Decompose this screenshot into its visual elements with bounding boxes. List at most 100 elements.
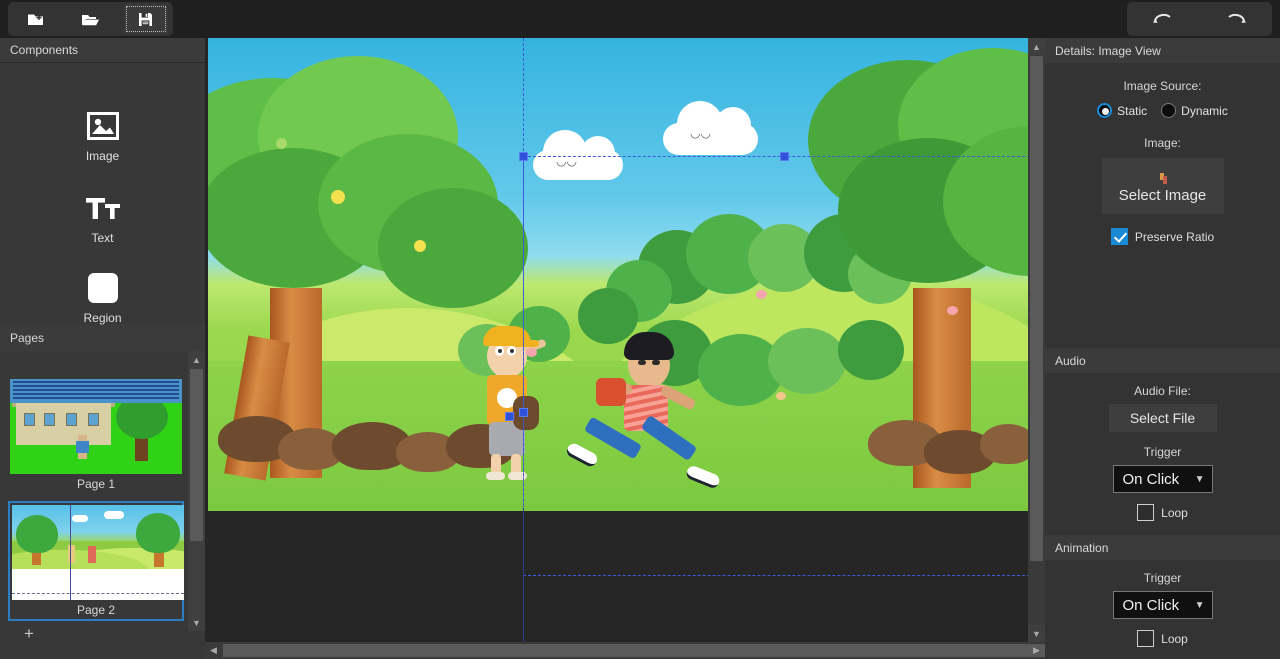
page-thumbnail-2[interactable]: Page 2 <box>8 501 184 621</box>
leaf-flower <box>331 190 345 204</box>
preserve-ratio-label: Preserve Ratio <box>1134 229 1215 244</box>
flower <box>947 306 958 315</box>
selection-handle-top-left[interactable] <box>519 152 528 161</box>
page-2-label: Page 2 <box>76 603 116 617</box>
page-1-preview <box>10 379 182 474</box>
animation-loop-label: Loop <box>1161 631 1188 646</box>
bush <box>838 320 904 380</box>
hair <box>624 332 674 360</box>
text-icon <box>85 190 121 226</box>
new-file-icon <box>28 14 43 25</box>
save-icon <box>139 12 152 26</box>
pages-scroll-down-icon[interactable]: ▼ <box>188 614 205 631</box>
cloud-face-right: ◡◡ <box>690 126 711 140</box>
open-folder-button[interactable] <box>69 4 113 34</box>
selection-handle-top-center[interactable] <box>780 152 789 161</box>
animation-loop-row[interactable]: Loop <box>1137 630 1188 647</box>
audio-file-label: Audio File: <box>1134 384 1191 398</box>
open-folder-icon <box>82 14 99 25</box>
application-window: Components Image Text Region Pages Page … <box>0 0 1280 659</box>
right-panel: Details: Image View Image Source: Static… <box>1045 38 1280 659</box>
pages-scroll-up-icon[interactable]: ▲ <box>188 351 205 368</box>
image-label: Image: <box>1144 136 1181 150</box>
components-header: Components <box>0 38 205 63</box>
canvas-vscrollbar-thumb[interactable] <box>1030 56 1043 561</box>
chevron-down-icon: ▼ <box>1194 599 1205 611</box>
character-running-boy[interactable] <box>564 330 722 490</box>
image-source-radio-group: Static Dynamic <box>1097 103 1228 118</box>
animation-trigger-label: Trigger <box>1143 571 1182 585</box>
new-file-button[interactable] <box>14 4 58 34</box>
canvas-scroll-left-icon[interactable]: ◀ <box>205 642 222 659</box>
leaf-flower <box>276 138 287 149</box>
canvas-horizontal-scrollbar[interactable]: ◀ ▶ <box>205 642 1195 659</box>
radio-dynamic[interactable]: Dynamic <box>1161 103 1228 118</box>
selection-handle-mid-left[interactable] <box>519 408 528 417</box>
component-label-region: Region <box>83 311 122 325</box>
page-2-preview <box>12 505 184 600</box>
pages-list: Page 1 Page 2 ▲ ▼ + <box>0 351 205 659</box>
rock <box>980 424 1028 464</box>
pages-scroll-area: Page 1 Page 2 <box>0 351 188 623</box>
animation-loop-checkbox[interactable] <box>1137 630 1155 647</box>
radio-static[interactable]: Static <box>1097 103 1147 118</box>
canvas-viewport[interactable]: ◡◡ ◡◡ <box>205 38 1028 642</box>
undo-button[interactable] <box>1141 4 1185 34</box>
flower <box>526 348 537 357</box>
image-source-label: Image Source: <box>1123 79 1202 93</box>
select-image-button-label: Select Image <box>1118 186 1207 204</box>
canvas-scroll-down-icon[interactable]: ▼ <box>1028 625 1045 642</box>
canvas-area: ◡◡ ◡◡ ▲ ▼ ◀ ▶ <box>205 38 1195 659</box>
cap-brim <box>515 340 539 347</box>
page-1-label: Page 1 <box>76 477 116 491</box>
page-thumbnail-1[interactable]: Page 1 <box>10 379 182 491</box>
details-header: Details: Image View <box>1045 38 1280 63</box>
components-list: Image Text Region <box>0 63 205 325</box>
pages-scrollbar-thumb[interactable] <box>190 369 203 541</box>
cloud-face-left: ◡◡ <box>556 154 577 168</box>
preserve-ratio-row[interactable]: Preserve Ratio <box>1110 228 1215 245</box>
selected-image-thumbnail-icon <box>1156 172 1170 185</box>
select-image-button[interactable]: Select Image <box>1101 158 1224 214</box>
audio-header: Audio <box>1045 348 1280 373</box>
save-button[interactable] <box>123 4 168 34</box>
radio-dynamic-indicator[interactable] <box>1161 103 1177 118</box>
audio-loop-checkbox[interactable] <box>1137 504 1155 521</box>
audio-trigger-value: On Click <box>1122 470 1180 488</box>
leaf-flower <box>414 240 426 252</box>
add-page-button[interactable]: + <box>18 623 40 645</box>
chevron-down-icon: ▼ <box>1194 473 1205 485</box>
redo-button[interactable] <box>1214 4 1258 34</box>
audio-trigger-select[interactable]: On Click ▼ <box>1112 465 1213 493</box>
preserve-ratio-checkbox[interactable] <box>1110 228 1128 245</box>
left-panel: Components Image Text Region Pages Page … <box>0 38 205 659</box>
shoe <box>486 472 505 480</box>
pages-header: Pages <box>0 325 205 351</box>
audio-loop-row[interactable]: Loop <box>1137 504 1188 521</box>
tree-left-canopy <box>378 188 528 308</box>
guide-line-vertical-solid <box>523 508 524 642</box>
flower <box>776 392 786 400</box>
component-item-region[interactable]: Region <box>0 270 205 325</box>
radio-static-indicator[interactable] <box>1097 103 1113 118</box>
component-item-image[interactable]: Image <box>0 108 205 163</box>
audio-trigger-label: Trigger <box>1143 445 1182 459</box>
select-audio-file-button[interactable]: Select File <box>1108 404 1217 432</box>
audio-loop-label: Loop <box>1161 505 1188 520</box>
component-item-text[interactable]: Text <box>0 190 205 245</box>
canvas-scroll-up-icon[interactable]: ▲ <box>1028 38 1045 55</box>
undo-icon <box>1153 13 1171 23</box>
character-boy-with-cap[interactable] <box>473 320 547 480</box>
animation-trigger-value: On Click <box>1122 596 1180 614</box>
details-section: Image Source: Static Dynamic Image: Sele… <box>1045 63 1280 348</box>
flower <box>756 290 767 299</box>
page-scene[interactable]: ◡◡ ◡◡ <box>208 38 1028 511</box>
canvas-scroll-right-icon[interactable]: ▶ <box>1028 642 1045 659</box>
canvas-vertical-scrollbar[interactable]: ▲ ▼ <box>1028 38 1045 642</box>
component-label-text: Text <box>91 231 114 245</box>
selection-handle-inner[interactable] <box>505 412 514 421</box>
pages-vertical-scrollbar[interactable]: ▲ ▼ <box>188 351 205 631</box>
animation-trigger-select[interactable]: On Click ▼ <box>1112 591 1213 619</box>
bush <box>768 328 846 394</box>
animation-section: Trigger On Click ▼ Loop <box>1045 560 1280 659</box>
